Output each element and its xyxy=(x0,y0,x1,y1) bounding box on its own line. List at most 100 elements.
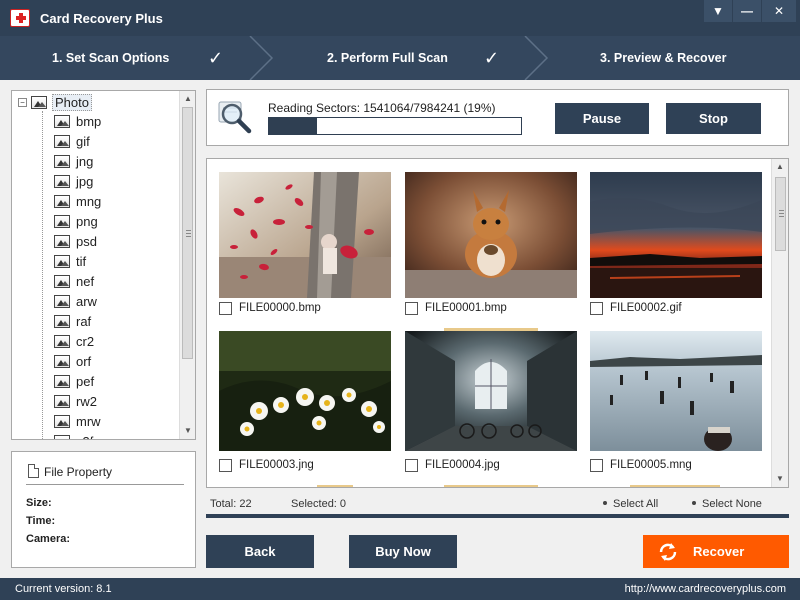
recover-button[interactable]: Recover xyxy=(643,535,789,568)
step2-check-icon: ✓ xyxy=(484,48,500,68)
file-checkbox[interactable] xyxy=(219,458,232,472)
step-set-scan-options: 1. Set Scan Options xyxy=(52,51,170,65)
magnifier-icon xyxy=(218,101,252,134)
thumbnail-file00001[interactable] xyxy=(405,172,577,298)
image-file-icon xyxy=(54,354,70,368)
file-item-file00003[interactable]: FILE00003.jng xyxy=(219,458,314,472)
scroll-up-icon[interactable]: ▲ xyxy=(180,91,195,107)
status-footer: Current version: 8.1 http://www.cardreco… xyxy=(0,578,800,600)
tree-item-label: tif xyxy=(76,253,87,269)
file-item-file00004[interactable]: FILE00004.jpg xyxy=(405,458,500,472)
document-icon xyxy=(28,464,39,478)
tree-connector xyxy=(42,111,43,439)
tree-item-gif[interactable]: gif xyxy=(54,131,101,151)
tree-item-x3f[interactable]: x3f xyxy=(54,431,101,439)
file-checkbox[interactable] xyxy=(219,301,232,315)
tree-item-png[interactable]: png xyxy=(54,211,101,231)
file-item-file00002[interactable]: FILE00002.gif xyxy=(590,301,682,315)
tree-item-label: nef xyxy=(76,273,95,289)
image-file-icon xyxy=(54,434,70,439)
tree-item-label: orf xyxy=(76,353,92,369)
image-file-icon xyxy=(54,114,70,128)
tree-item-label: mrw xyxy=(76,413,101,429)
tree-item-raf[interactable]: raf xyxy=(54,311,101,331)
scan-progress-panel: Reading Sectors: 1541064/7984241 (19%) P… xyxy=(206,89,789,146)
select-all-label: Select All xyxy=(613,498,659,510)
refresh-icon xyxy=(659,543,677,561)
tree-item-cr2[interactable]: cr2 xyxy=(54,331,101,351)
file-checkbox[interactable] xyxy=(590,458,603,472)
tree-item-label: arw xyxy=(76,293,97,309)
file-property-panel: File Property Size: Time: Camera: xyxy=(11,451,196,568)
thumbnail-file00005[interactable] xyxy=(590,331,762,457)
file-name: FILE00003.jng xyxy=(239,459,314,471)
tree-item-pef[interactable]: pef xyxy=(54,371,101,391)
thumbnail-peek xyxy=(630,485,720,487)
tree-item-orf[interactable]: orf xyxy=(54,351,101,371)
select-none-link[interactable]: Select None xyxy=(692,498,762,510)
tree-item-tif[interactable]: tif xyxy=(54,251,101,271)
scroll-up-icon[interactable]: ▲ xyxy=(772,159,788,175)
file-item-file00005[interactable]: FILE00005.mng xyxy=(590,458,692,472)
close-icon[interactable]: ✕ xyxy=(762,0,796,22)
image-file-icon xyxy=(54,414,70,428)
scroll-down-icon[interactable]: ▼ xyxy=(180,423,195,439)
image-file-icon xyxy=(54,254,70,268)
grid-scroll-thumb[interactable] xyxy=(775,177,786,251)
step-preview-recover: 3. Preview & Recover xyxy=(600,51,727,65)
tree-item-label: mng xyxy=(76,193,102,209)
tree-item-rw2[interactable]: rw2 xyxy=(54,391,101,411)
tree-item-label: jpg xyxy=(76,173,94,189)
select-none-label: Select None xyxy=(702,498,762,510)
file-item-file00001[interactable]: FILE00001.bmp xyxy=(405,301,507,315)
file-checkbox[interactable] xyxy=(590,301,603,315)
thumbnail-file00004[interactable] xyxy=(405,331,577,457)
collapse-icon[interactable]: − xyxy=(18,97,27,107)
website-link[interactable]: http://www.cardrecoveryplus.com xyxy=(625,583,786,595)
tree-scroll-thumb[interactable] xyxy=(182,107,193,359)
preview-grid[interactable]: FILE00000.bmp FILE00001.bmp FILE00002.gi… xyxy=(206,158,789,488)
image-file-icon xyxy=(54,394,70,408)
file-name: FILE00004.jpg xyxy=(425,459,500,471)
tree-item-mng[interactable]: mng xyxy=(54,191,101,211)
tree-scrollbar[interactable]: ▲ ▼ xyxy=(179,91,195,439)
pause-button[interactable]: Pause xyxy=(555,103,649,134)
file-type-tree[interactable]: − Photo bmp gif jng jpg mng png psd tif … xyxy=(11,90,196,440)
image-file-icon xyxy=(54,134,70,148)
time-label: Time: xyxy=(26,515,56,527)
file-property-title: File Property xyxy=(44,465,113,479)
scroll-down-icon[interactable]: ▼ xyxy=(772,471,788,487)
tree-item-nef[interactable]: nef xyxy=(54,271,101,291)
tree-item-label: bmp xyxy=(76,113,102,129)
tree-item-psd[interactable]: psd xyxy=(54,231,101,251)
reading-sectors-text: Reading Sectors: 1541064/7984241 (19%) xyxy=(268,101,496,115)
file-checkbox[interactable] xyxy=(405,301,418,315)
menu-dropdown-icon[interactable]: ▼ xyxy=(704,0,732,22)
thumbnail-file00003[interactable] xyxy=(219,331,391,457)
scan-progress-bar xyxy=(268,117,522,135)
image-folder-icon xyxy=(31,95,47,109)
file-item-file00000[interactable]: FILE00000.bmp xyxy=(219,301,321,315)
minimize-icon[interactable]: — xyxy=(733,0,761,22)
select-all-link[interactable]: Select All xyxy=(603,498,658,510)
stop-button[interactable]: Stop xyxy=(666,103,761,134)
tree-item-jpg[interactable]: jpg xyxy=(54,171,101,191)
file-name: FILE00005.mng xyxy=(610,459,692,471)
thumbnail-peek xyxy=(444,485,538,487)
tree-item-mrw[interactable]: mrw xyxy=(54,411,101,431)
tree-item-jng[interactable]: jng xyxy=(54,151,101,171)
file-checkbox[interactable] xyxy=(405,458,418,472)
divider xyxy=(26,484,184,485)
grid-scrollbar[interactable]: ▲ ▼ xyxy=(771,159,788,487)
image-file-icon xyxy=(54,194,70,208)
thumbnail-file00002[interactable] xyxy=(590,172,762,298)
tree-item-bmp[interactable]: bmp xyxy=(54,111,101,131)
back-button[interactable]: Back xyxy=(206,535,314,568)
thumbnail-file00000[interactable] xyxy=(219,172,391,298)
tree-item-label: rw2 xyxy=(76,393,97,409)
tree-root-photo[interactable]: − Photo xyxy=(18,93,92,111)
tree-item-arw[interactable]: arw xyxy=(54,291,101,311)
main-area: − Photo bmp gif jng jpg mng png psd tif … xyxy=(0,80,800,578)
image-file-icon xyxy=(54,334,70,348)
buy-now-button[interactable]: Buy Now xyxy=(349,535,457,568)
